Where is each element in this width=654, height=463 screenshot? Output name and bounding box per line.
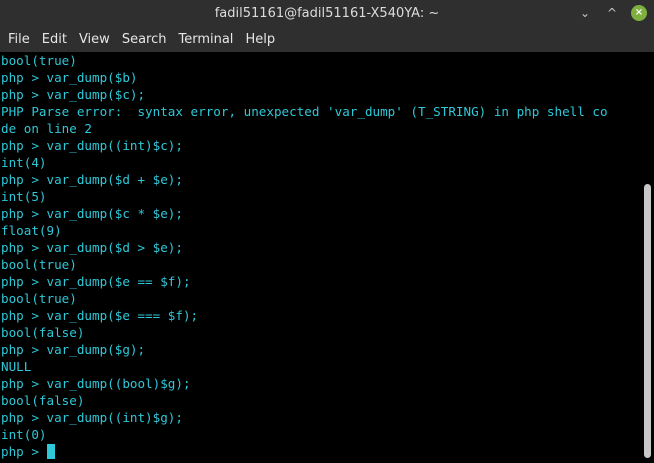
terminal-line: int(0) [1, 427, 47, 442]
terminal-line: php > var_dump($b) [1, 70, 138, 85]
terminal-line: php > var_dump((int)$g); [1, 410, 183, 425]
menu-view[interactable]: View [73, 27, 116, 52]
close-icon: × [634, 7, 644, 18]
window-title: fadil51161@fadil51161-X540YA: ~ [214, 6, 440, 21]
maximize-button[interactable]: ^ [604, 5, 620, 21]
prompt-text: php > [1, 444, 47, 459]
close-button[interactable]: × [631, 5, 647, 21]
terminal-line: php > var_dump($c * $e); [1, 206, 183, 221]
terminal-line: float(9) [1, 223, 62, 238]
minimize-button[interactable]: ⌄ [577, 5, 593, 21]
text-cursor [46, 444, 55, 459]
terminal-output[interactable]: bool(true) php > var_dump($b) php > var_… [0, 52, 641, 463]
title-bar[interactable]: fadil51161@fadil51161-X540YA: ~ ⌄ ^ × [0, 0, 654, 27]
terminal-line: php > var_dump($c); [1, 87, 146, 102]
scrollbar-thumb[interactable] [644, 184, 651, 458]
terminal-line: de on line 2 [1, 121, 92, 136]
terminal-line: int(4) [1, 155, 47, 170]
terminal-scrollbar[interactable] [641, 52, 654, 463]
terminal-line: NULL [1, 359, 32, 374]
terminal-line: php > var_dump((int)$c); [1, 138, 183, 153]
terminal-prompt-line[interactable]: php > [0, 443, 641, 460]
maximize-icon: ^ [606, 6, 618, 20]
menu-edit[interactable]: Edit [36, 27, 73, 52]
terminal-line: bool(false) [1, 325, 85, 340]
terminal-line: php > var_dump($g); [1, 342, 146, 357]
window-controls: ⌄ ^ × [577, 5, 647, 22]
menu-search[interactable]: Search [116, 27, 173, 52]
menu-file[interactable]: File [2, 27, 36, 52]
terminal-line: php > var_dump((bool)$g); [1, 376, 191, 391]
terminal-line: php > var_dump($e === $f); [1, 308, 199, 323]
menu-bar: File Edit View Search Terminal Help [0, 27, 654, 52]
menu-help[interactable]: Help [239, 27, 281, 52]
minimize-icon: ⌄ [579, 6, 591, 20]
terminal-line: bool(false) [1, 393, 85, 408]
terminal-line: bool(true) [1, 257, 77, 272]
terminal-line: int(5) [1, 189, 47, 204]
terminal-line: PHP Parse error: syntax error, unexpecte… [1, 104, 608, 119]
terminal-line: bool(true) [1, 53, 77, 68]
terminal-line: bool(true) [1, 291, 77, 306]
terminal-window: fadil51161@fadil51161-X540YA: ~ ⌄ ^ × Fi… [0, 0, 654, 463]
terminal-line: php > var_dump($d > $e); [1, 240, 183, 255]
terminal-line: php > var_dump($e == $f); [1, 274, 191, 289]
menu-terminal[interactable]: Terminal [172, 27, 239, 52]
terminal-line: php > var_dump($d + $e); [1, 172, 183, 187]
